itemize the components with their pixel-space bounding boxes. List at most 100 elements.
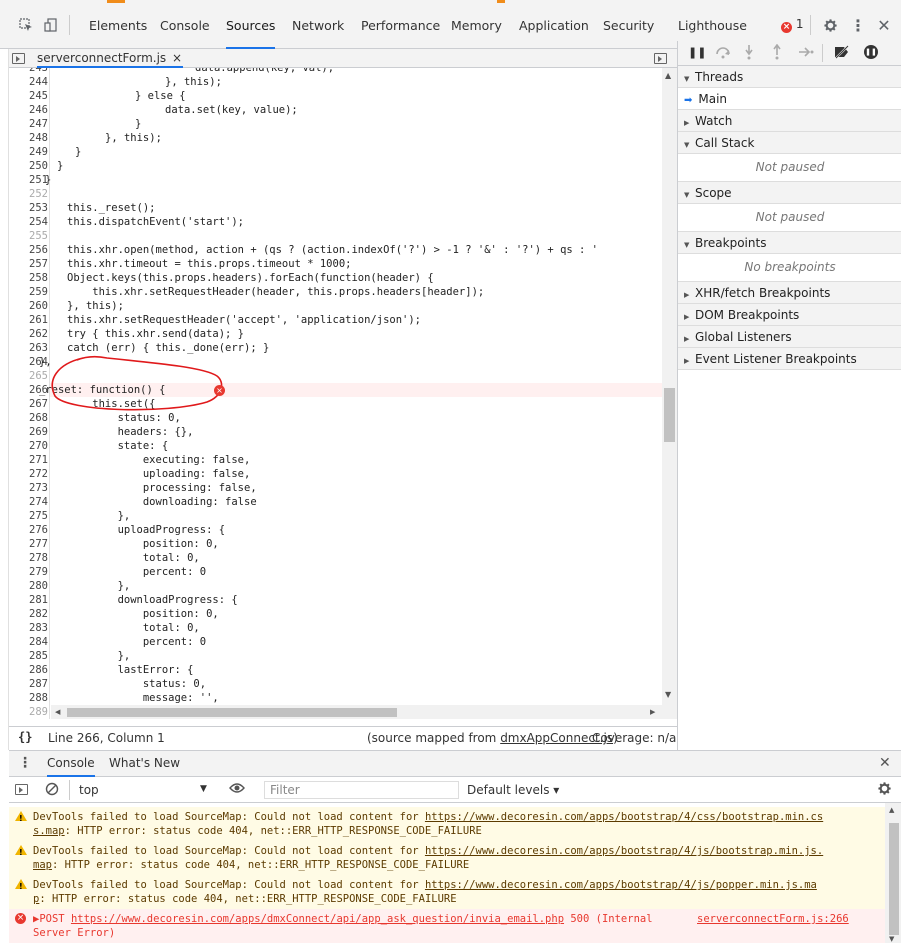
more-options-icon[interactable]: ⋮	[850, 16, 866, 35]
settings-gear-icon[interactable]	[822, 17, 838, 33]
tab-elements[interactable]: Elements	[89, 14, 147, 38]
pretty-print-icon[interactable]: {}	[18, 730, 32, 744]
error-method[interactable]: ▶POST	[33, 913, 71, 925]
line-number[interactable]: 246	[9, 103, 48, 117]
line-number[interactable]: 260	[9, 299, 48, 313]
line-number[interactable]: 273	[9, 481, 48, 495]
step-over-icon[interactable]	[715, 45, 731, 62]
scroll-up-icon[interactable]: ▲	[665, 71, 671, 80]
section-event-listeners[interactable]: ▶ Event Listener Breakpoints	[678, 348, 901, 370]
line-number[interactable]: 258	[9, 271, 48, 285]
line-number[interactable]: 256	[9, 243, 48, 257]
close-devtools-icon[interactable]: ✕	[876, 16, 892, 35]
warning-link-tail[interactable]: map	[33, 859, 52, 871]
line-number[interactable]: 275	[9, 509, 48, 523]
drawer-menu-icon[interactable]: ⋮	[18, 755, 32, 771]
warning-link[interactable]: https://www.decoresin.com/apps/bootstrap…	[425, 811, 823, 823]
tab-network[interactable]: Network	[292, 14, 344, 38]
line-number[interactable]: 245	[9, 89, 48, 103]
log-levels-dropdown[interactable]: Default levels ▾	[467, 783, 559, 797]
line-number[interactable]: 263	[9, 341, 48, 355]
thread-main[interactable]: ➡ Main	[678, 88, 901, 110]
line-number[interactable]: 247	[9, 117, 48, 131]
line-number[interactable]: 252	[9, 187, 48, 201]
line-number[interactable]: 261	[9, 313, 48, 327]
step-out-icon[interactable]	[772, 43, 782, 63]
line-number[interactable]: 279	[9, 565, 48, 579]
line-number[interactable]: 278	[9, 551, 48, 565]
console-scroll-down-icon[interactable]: ▼	[889, 935, 894, 943]
console-filter-input[interactable]: Filter	[264, 781, 459, 799]
line-number[interactable]: 281	[9, 593, 48, 607]
line-number[interactable]: 269	[9, 425, 48, 439]
pause-on-exceptions-icon[interactable]: ❚❚	[864, 45, 878, 59]
section-xhr-breakpoints[interactable]: ▶ XHR/fetch Breakpoints	[678, 282, 901, 304]
line-number[interactable]: 265	[9, 369, 48, 383]
scroll-left-icon[interactable]: ◀	[55, 708, 60, 716]
line-number[interactable]: 268	[9, 411, 48, 425]
warning-link[interactable]: https://www.decoresin.com/apps/bootstrap…	[425, 879, 817, 891]
warning-link-tail[interactable]: s.map	[33, 825, 65, 837]
warning-link[interactable]: https://www.decoresin.com/apps/bootstrap…	[425, 845, 823, 857]
line-number[interactable]: 286	[9, 663, 48, 677]
line-number[interactable]: 250	[9, 159, 48, 173]
drawer-tab-console[interactable]: Console	[47, 756, 95, 777]
step-into-icon[interactable]	[744, 44, 754, 63]
file-tab[interactable]: serverconnectForm.js ×	[37, 49, 183, 68]
line-number[interactable]: 272	[9, 467, 48, 481]
line-number[interactable]: 248	[9, 131, 48, 145]
section-threads[interactable]: ▼ Threads	[678, 66, 901, 88]
code-editor[interactable]: 243 244 245 246 247 248 249 250 251 252 253 254 255 2…	[9, 68, 662, 719]
line-number[interactable]: 267	[9, 397, 48, 411]
line-number[interactable]: 288	[9, 691, 48, 705]
console-scroll-up-icon[interactable]: ▲	[889, 806, 894, 814]
close-tab-icon[interactable]: ×	[172, 51, 182, 65]
line-number[interactable]: 280	[9, 579, 48, 593]
section-dom-breakpoints[interactable]: ▶ DOM Breakpoints	[678, 304, 901, 326]
live-expression-eye-icon[interactable]	[229, 782, 245, 797]
line-number[interactable]: 283	[9, 621, 48, 635]
line-number[interactable]: 255	[9, 229, 48, 243]
line-number[interactable]: 274	[9, 495, 48, 509]
line-number[interactable]: 253	[9, 201, 48, 215]
line-number[interactable]: 251	[9, 173, 48, 187]
tab-lighthouse[interactable]: Lighthouse	[678, 14, 747, 38]
console-sidebar-icon[interactable]	[15, 784, 28, 795]
clear-console-icon[interactable]	[45, 782, 59, 799]
line-number[interactable]: 270	[9, 439, 48, 453]
device-toolbar-icon[interactable]	[43, 17, 59, 33]
section-scope[interactable]: ▼ Scope	[678, 182, 901, 204]
line-number[interactable]: 277	[9, 537, 48, 551]
toggle-debugger-icon[interactable]	[654, 53, 667, 64]
inline-error-icon[interactable]: ×	[214, 385, 225, 396]
close-drawer-icon[interactable]: ✕	[879, 755, 891, 771]
editor-horizontal-thumb[interactable]	[67, 708, 397, 717]
tab-security[interactable]: Security	[603, 14, 654, 38]
tab-application[interactable]: Application	[519, 14, 589, 38]
scroll-down-icon[interactable]: ▼	[665, 690, 671, 699]
line-number[interactable]: 276	[9, 523, 48, 537]
console-settings-gear-icon[interactable]	[877, 781, 892, 799]
line-number[interactable]: 284	[9, 635, 48, 649]
line-number[interactable]: 243	[9, 68, 48, 75]
pause-icon[interactable]: ❚❚	[688, 46, 706, 59]
scroll-right-icon[interactable]: ▶	[650, 708, 655, 716]
line-number[interactable]: 262	[9, 327, 48, 341]
step-icon[interactable]	[798, 45, 814, 62]
editor-vertical-thumb[interactable]	[664, 388, 675, 442]
tab-sources[interactable]: Sources	[226, 14, 276, 49]
section-breakpoints[interactable]: ▼ Breakpoints	[678, 232, 901, 254]
line-number[interactable]: 287	[9, 677, 48, 691]
line-number[interactable]: 285	[9, 649, 48, 663]
line-number[interactable]: 244	[9, 75, 48, 89]
error-source-link[interactable]: serverconnectForm.js:266	[697, 912, 849, 926]
line-number[interactable]: 282	[9, 607, 48, 621]
line-number[interactable]: 249	[9, 145, 48, 159]
line-number[interactable]: 271	[9, 453, 48, 467]
line-number[interactable]: 289	[9, 705, 48, 719]
error-counter[interactable]: × 1	[781, 17, 803, 33]
context-selector[interactable]: top ▼	[79, 783, 207, 797]
inspect-element-icon[interactable]	[18, 17, 34, 33]
tab-memory[interactable]: Memory	[451, 14, 502, 38]
tab-performance[interactable]: Performance	[361, 14, 440, 38]
